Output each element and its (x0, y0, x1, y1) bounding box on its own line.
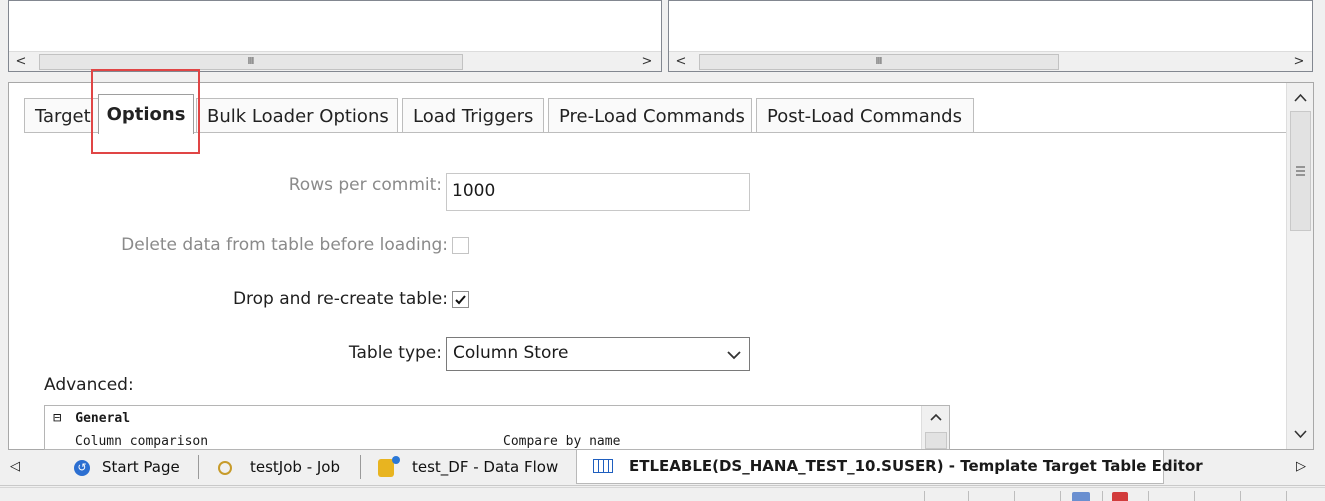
tab-load-triggers[interactable]: Load Triggers (402, 98, 544, 132)
tab-post-load-commands[interactable]: Post-Load Commands (756, 98, 974, 132)
tab-bulk-loader-options[interactable]: Bulk Loader Options (196, 98, 398, 132)
scroll-up-icon[interactable] (1287, 85, 1314, 111)
editor-vertical-scrollbar[interactable] (1286, 83, 1313, 449)
scroll-up-icon[interactable] (922, 406, 950, 428)
drop-recreate-checkbox[interactable] (452, 291, 469, 308)
status-bar (0, 487, 1325, 501)
scroll-down-icon[interactable] (1287, 421, 1314, 447)
table-editor-icon (593, 459, 613, 473)
tab-label: ETLEABLE(DS_HANA_TEST_10.SUSER) - Templa… (629, 457, 1203, 475)
tab-nav-left-button[interactable]: ◁ (10, 452, 20, 482)
scroll-thumb[interactable]: Ⅲ (39, 54, 463, 70)
tab-separator (360, 455, 361, 479)
drop-recreate-label: Drop and re-create table: (232, 289, 448, 309)
scroll-left-button[interactable]: < (11, 52, 31, 72)
tab-test-job[interactable]: testJob - Job (218, 452, 340, 482)
tab-label: test_DF - Data Flow (412, 458, 559, 476)
table-row[interactable]: Column comparison (75, 430, 925, 450)
tab-label: Start Page (102, 458, 180, 476)
horizontal-scrollbar[interactable]: < Ⅲ > (9, 51, 661, 71)
grid-vertical-scrollbar[interactable] (921, 406, 949, 449)
editor-scroll-thumb[interactable] (1290, 111, 1311, 231)
start-page-icon: ↺ (74, 459, 90, 476)
scroll-thumb[interactable]: Ⅲ (699, 54, 1059, 70)
horizontal-scrollbar[interactable]: < Ⅲ > (669, 51, 1312, 71)
group-row-general[interactable]: ⊟ General (53, 408, 923, 428)
tab-pre-load-commands[interactable]: Pre-Load Commands (548, 98, 752, 132)
tab-nav-right-button[interactable]: ▷ (1296, 452, 1306, 482)
data-flow-icon (378, 455, 400, 477)
tab-label: testJob - Job (250, 458, 340, 476)
schema-pane: < Ⅲ > (668, 0, 1313, 72)
scroll-left-button[interactable]: < (671, 52, 691, 72)
options-tab-highlight (91, 69, 200, 154)
advanced-label: Advanced: (44, 375, 134, 395)
tab-template-target-table-editor[interactable]: ETLEABLE(DS_HANA_TEST_10.SUSER) - Templa… (576, 450, 1203, 484)
grid-scroll-thumb[interactable] (925, 432, 947, 449)
options-editor-panel (8, 82, 1314, 450)
table-type-select[interactable]: Column Store (446, 337, 750, 371)
group-name: General (75, 411, 131, 426)
tab-separator (198, 455, 199, 479)
tab-target[interactable]: Target (24, 98, 100, 132)
table-type-label: Table type: (348, 343, 442, 363)
delete-data-checkbox[interactable] (452, 237, 469, 254)
rows-per-commit-label: Rows per commit: (288, 175, 442, 195)
advanced-properties-grid: ⊟ General Column comparison Compare by n… (44, 405, 950, 450)
tab-start-page[interactable]: ↺ Start Page (74, 452, 180, 482)
property-value[interactable]: Compare by name (503, 430, 620, 450)
object-library-pane: < Ⅲ > (8, 0, 662, 72)
scroll-right-button[interactable]: > (637, 52, 657, 72)
grip-icon (1296, 166, 1305, 176)
tab-test-df[interactable]: test_DF - Data Flow (378, 452, 558, 482)
scroll-right-button[interactable]: > (1289, 52, 1309, 72)
collapse-toggle-icon[interactable]: ⊟ (53, 410, 61, 426)
chevron-down-icon (727, 351, 741, 360)
rows-per-commit-input[interactable]: 1000 (446, 173, 750, 211)
property-name: Column comparison (75, 434, 209, 449)
check-mark-icon (455, 295, 466, 305)
table-type-value: Column Store (453, 343, 569, 363)
job-icon (218, 460, 232, 475)
delete-data-label: Delete data from table before loading: (121, 235, 448, 255)
